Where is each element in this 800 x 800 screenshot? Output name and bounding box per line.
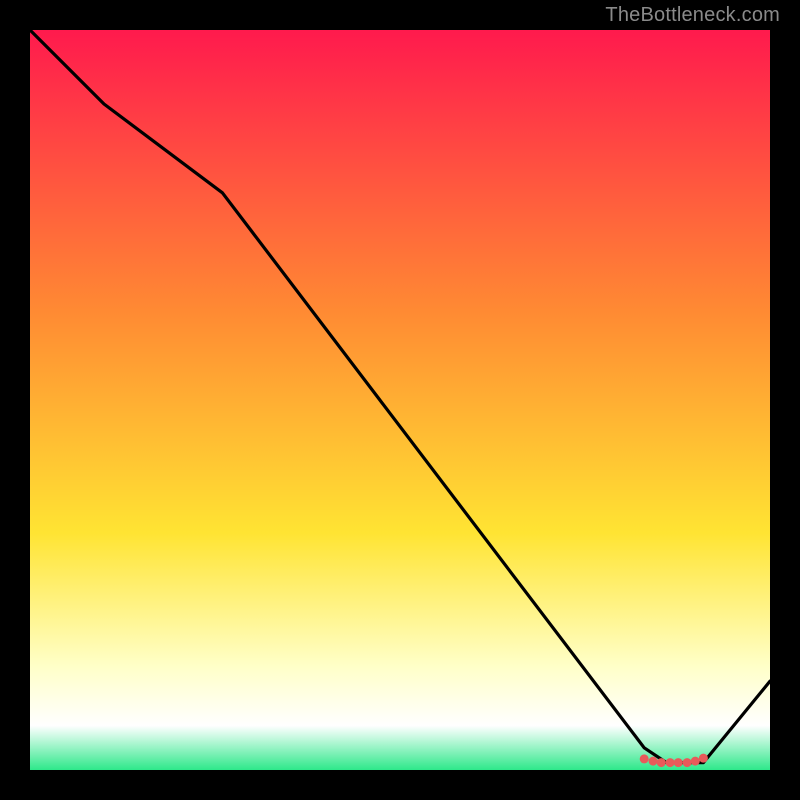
marker-point	[640, 754, 649, 763]
marker-point	[666, 758, 675, 767]
credit-text: TheBottleneck.com	[605, 4, 780, 27]
marker-point	[699, 754, 708, 763]
marker-point	[683, 758, 692, 767]
marker-point	[691, 757, 700, 766]
marker-point	[649, 757, 658, 766]
gradient-background	[30, 30, 770, 770]
marker-point	[674, 758, 683, 767]
marker-point	[657, 758, 666, 767]
chart-container: { "credit": "TheBottleneck.com", "colors…	[0, 0, 800, 800]
bottleneck-chart	[30, 30, 770, 770]
